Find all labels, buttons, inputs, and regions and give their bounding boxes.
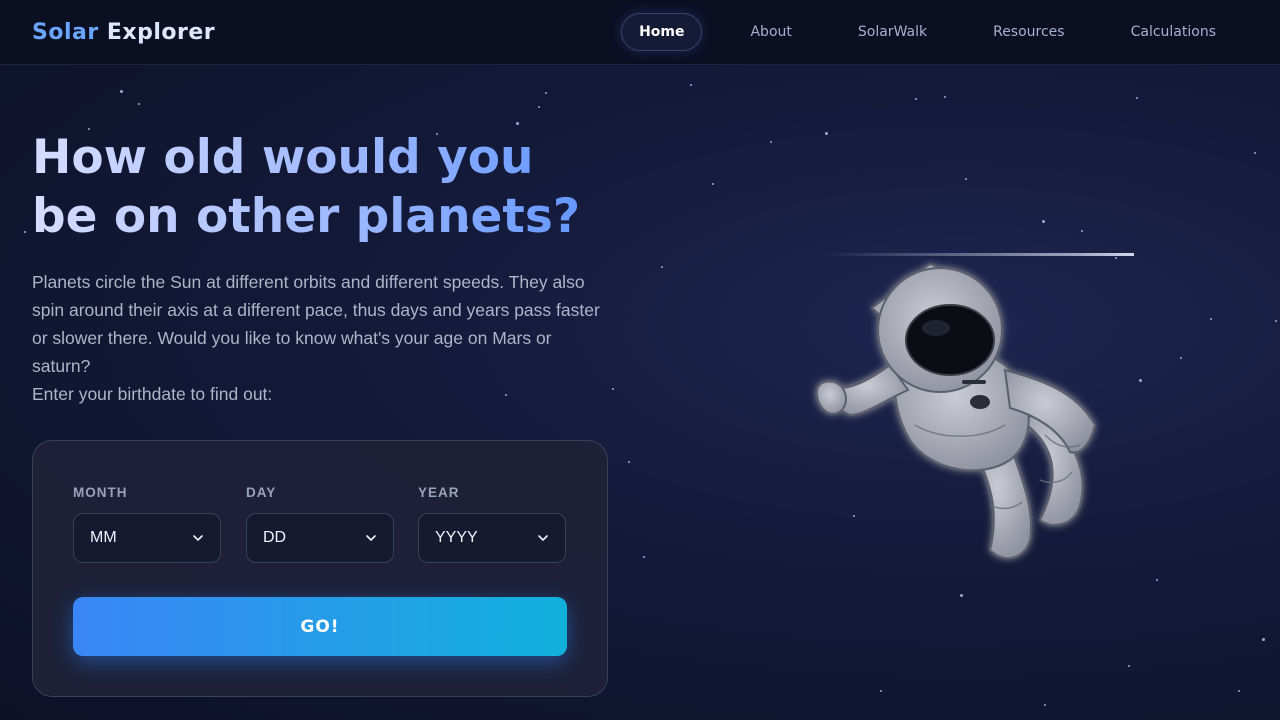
day-label: DAY	[246, 485, 277, 500]
star	[712, 183, 714, 185]
star	[1156, 579, 1158, 581]
main-nav: Home About SolarWalk Resources Calculati…	[621, 13, 1234, 51]
star	[1275, 320, 1277, 322]
star	[944, 96, 946, 98]
nav-calculations[interactable]: Calculations	[1113, 13, 1234, 51]
nav-about[interactable]: About	[732, 13, 809, 51]
logo-word-solar: Solar	[32, 19, 99, 45]
birthdate-form-card: MONTH MM DAY DD YEAR YYYY GO!	[32, 440, 608, 697]
star	[138, 103, 140, 105]
hero-title: How old would you be on other planets?	[32, 128, 612, 246]
astronaut-illustration	[816, 262, 1097, 560]
star	[628, 461, 630, 463]
star	[1254, 152, 1256, 154]
day-value: DD	[263, 529, 287, 546]
month-value: MM	[90, 529, 117, 546]
star	[24, 231, 26, 233]
chevron-down-icon	[366, 535, 376, 541]
chevron-down-icon	[538, 535, 548, 541]
star	[880, 690, 882, 692]
star	[1136, 97, 1138, 99]
nav-home[interactable]: Home	[621, 13, 703, 51]
hero-description: Planets circle the Sun at different orbi…	[32, 272, 600, 376]
year-select[interactable]: YYYY	[418, 513, 566, 563]
star	[915, 98, 917, 100]
month-select[interactable]: MM	[73, 513, 221, 563]
star	[690, 84, 692, 86]
nav-resources[interactable]: Resources	[975, 13, 1083, 51]
star	[1262, 638, 1265, 641]
star	[770, 141, 772, 143]
star	[661, 266, 663, 268]
star	[1081, 230, 1083, 232]
star	[825, 132, 828, 135]
star	[960, 594, 963, 597]
hero-description-block: Planets circle the Sun at different orbi…	[32, 268, 602, 408]
logo[interactable]: Solar Explorer	[32, 20, 215, 45]
star	[1044, 704, 1046, 706]
star	[1139, 379, 1142, 382]
chevron-down-icon	[193, 535, 203, 541]
star	[1238, 690, 1240, 692]
star	[516, 122, 519, 125]
star	[1042, 220, 1045, 223]
month-field: MONTH MM	[73, 485, 221, 563]
year-field: YEAR YYYY	[418, 485, 566, 563]
star	[1180, 357, 1182, 359]
star	[120, 90, 123, 93]
star	[1128, 665, 1130, 667]
hero-prompt: Enter your birthdate to find out:	[32, 384, 273, 404]
year-label: YEAR	[418, 485, 460, 500]
go-button[interactable]: GO!	[73, 597, 567, 656]
star	[612, 388, 614, 390]
logo-word-explorer: Explorer	[106, 19, 216, 45]
year-value: YYYY	[435, 529, 478, 546]
star	[545, 92, 547, 94]
star	[1210, 318, 1212, 320]
nav-solarwalk[interactable]: SolarWalk	[840, 13, 945, 51]
star	[538, 106, 540, 108]
month-label: MONTH	[73, 485, 128, 500]
star	[965, 178, 967, 180]
star	[643, 556, 645, 558]
day-select[interactable]: DD	[246, 513, 394, 563]
top-navbar: Solar Explorer Home About SolarWalk Reso…	[0, 0, 1280, 65]
day-field: DAY DD	[246, 485, 394, 563]
